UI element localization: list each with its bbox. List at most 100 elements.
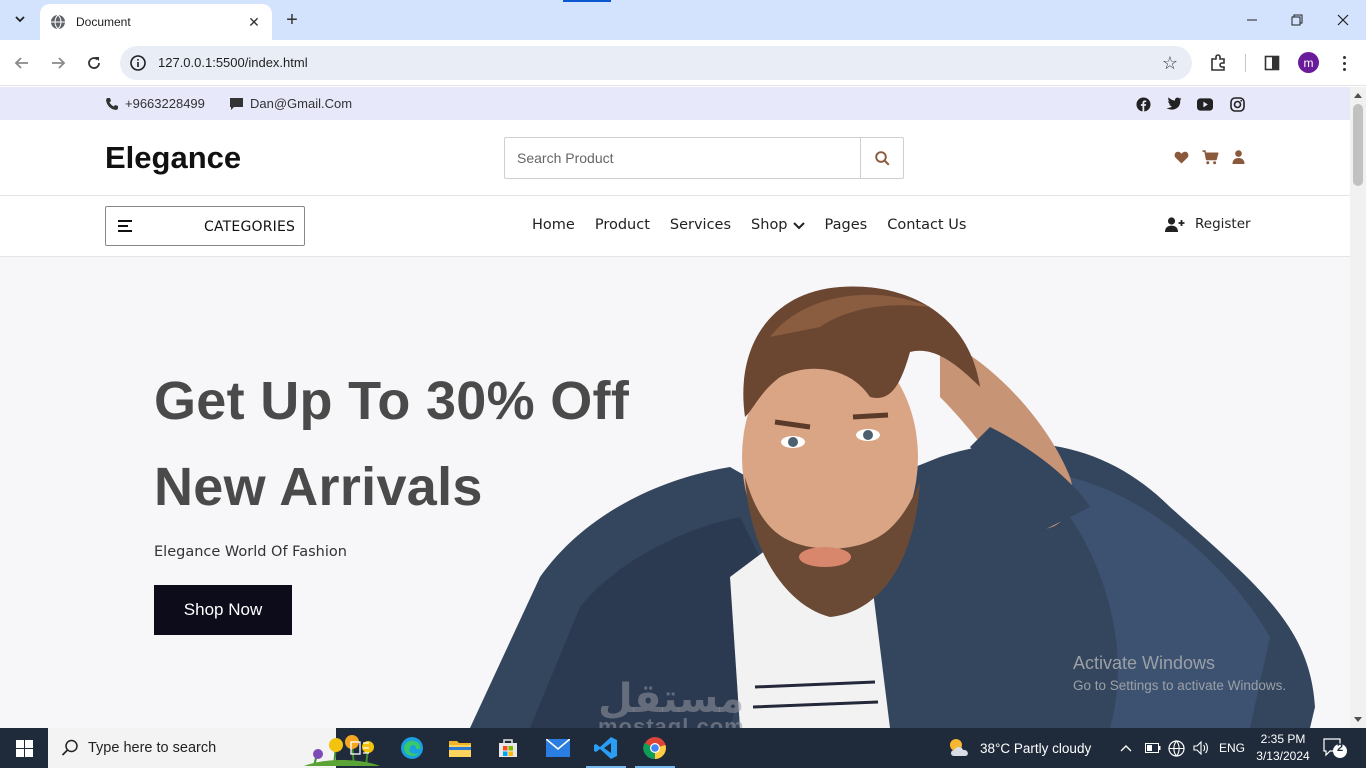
scroll-up-arrow[interactable]	[1354, 93, 1362, 98]
taskbar-search[interactable]: Type here to search	[48, 728, 380, 768]
restore-button[interactable]	[1285, 8, 1309, 32]
twitter-icon[interactable]	[1166, 96, 1182, 112]
email-address: Dan@Gmail.Com	[250, 96, 353, 111]
reload-button[interactable]	[82, 51, 106, 75]
site-logo[interactable]: Elegance	[105, 140, 241, 176]
shop-now-button[interactable]: Shop Now	[154, 585, 292, 635]
partly-cloudy-icon	[950, 739, 968, 756]
minimize-button[interactable]	[1240, 8, 1264, 32]
site-info-icon[interactable]	[129, 54, 147, 72]
profile-avatar[interactable]: m	[1298, 52, 1319, 73]
notification-center-button[interactable]: 2	[1322, 737, 1348, 759]
globe-icon	[51, 14, 65, 30]
search-icon	[874, 150, 890, 166]
back-button[interactable]	[10, 51, 34, 75]
nav-menu: Home Product Services Shop Pages Contact…	[532, 217, 966, 233]
close-window-button[interactable]	[1331, 8, 1355, 32]
categories-button[interactable]: CATEGORIES	[105, 206, 305, 246]
phone-icon	[106, 97, 118, 110]
mail-app[interactable]	[534, 728, 582, 768]
browser-tab[interactable]: Document ✕	[40, 4, 272, 40]
scroll-thumb[interactable]	[1353, 104, 1363, 186]
edge-icon	[401, 737, 423, 759]
main-navigation: CATEGORIES Home Product Services Shop Pa…	[0, 196, 1350, 257]
heart-icon	[1174, 151, 1188, 163]
bookmark-star-icon[interactable]: ☆	[1162, 53, 1178, 74]
tab-strip-accent	[563, 0, 611, 2]
system-clock[interactable]: 2:35 PM 3/13/2024	[1250, 731, 1316, 765]
show-hidden-icons[interactable]	[1120, 728, 1132, 768]
input-language[interactable]: ENG	[1219, 728, 1245, 768]
nav-item-shop[interactable]: Shop	[751, 217, 805, 233]
page-viewport: +9663228499 Dan@Gmail.Com Elegance Searc…	[0, 87, 1350, 728]
windows-taskbar: Type here to search 38°C Partly cloudy E…	[0, 728, 1366, 768]
clock-time: 2:35 PM	[1260, 732, 1306, 746]
phone-contact[interactable]: +9663228499	[105, 96, 205, 111]
nav-item-contact[interactable]: Contact Us	[887, 217, 966, 233]
register-link[interactable]: Register	[1165, 216, 1251, 232]
tab-search-button[interactable]	[8, 7, 32, 31]
close-tab-icon[interactable]: ✕	[246, 14, 262, 30]
browser-tab-strip: Document ✕ +	[0, 0, 1366, 40]
hamburger-icon	[118, 220, 132, 232]
search-icon	[61, 739, 78, 756]
file-explorer-app[interactable]	[436, 728, 484, 768]
side-panel-button[interactable]	[1260, 51, 1284, 75]
edge-app[interactable]	[388, 728, 436, 768]
activate-windows-overlay: Activate Windows Go to Settings to activ…	[1073, 653, 1286, 693]
notification-count: 2	[1336, 742, 1344, 754]
new-tab-button[interactable]: +	[280, 8, 304, 32]
task-view-button[interactable]	[336, 728, 384, 768]
chrome-icon	[643, 737, 666, 760]
nav-item-pages[interactable]: Pages	[825, 217, 868, 233]
search-button[interactable]	[860, 138, 903, 178]
message-icon	[230, 97, 243, 110]
side-panel-icon	[1264, 55, 1280, 71]
volume-control[interactable]	[1193, 728, 1209, 768]
language-code: ENG	[1219, 741, 1246, 755]
categories-label: CATEGORIES	[204, 219, 296, 235]
nav-item-services[interactable]: Services	[670, 217, 731, 233]
account-button[interactable]	[1229, 148, 1247, 166]
tab-title: Document	[76, 15, 131, 29]
user-icon	[1232, 150, 1244, 164]
register-label: Register	[1195, 216, 1251, 232]
hero-headline: Get Up To 30% Off	[154, 371, 630, 431]
windows-logo-icon	[15, 739, 33, 757]
speaker-icon	[1193, 741, 1208, 755]
browser-menu-button[interactable]	[1334, 51, 1354, 75]
scroll-down-arrow[interactable]	[1354, 717, 1362, 722]
vscode-app[interactable]	[582, 728, 630, 768]
battery-status[interactable]	[1145, 728, 1161, 768]
weather-text: 38°C Partly cloudy	[980, 740, 1092, 756]
page-scrollbar[interactable]	[1350, 87, 1366, 728]
contact-topbar: +9663228499 Dan@Gmail.Com	[0, 87, 1350, 120]
battery-icon	[1145, 743, 1161, 753]
extensions-button[interactable]	[1206, 51, 1230, 75]
user-plus-icon	[1165, 216, 1185, 232]
chevron-up-icon	[1120, 745, 1132, 752]
wishlist-button[interactable]	[1172, 148, 1190, 166]
activate-title: Activate Windows	[1073, 653, 1216, 673]
address-bar[interactable]: 127.0.0.1:5500/index.html ☆	[120, 46, 1192, 80]
chrome-app[interactable]	[631, 728, 679, 768]
search-input[interactable]	[505, 138, 861, 178]
forward-button[interactable]	[46, 51, 70, 75]
start-button[interactable]	[0, 728, 48, 768]
puzzle-icon	[1211, 54, 1225, 71]
cart-button[interactable]	[1201, 148, 1219, 166]
nav-item-home[interactable]: Home	[532, 217, 575, 233]
instagram-icon[interactable]	[1229, 96, 1245, 112]
nav-item-product[interactable]: Product	[595, 217, 650, 233]
facebook-icon[interactable]	[1135, 96, 1151, 112]
minimize-icon	[1247, 19, 1257, 21]
email-contact[interactable]: Dan@Gmail.Com	[229, 96, 352, 111]
youtube-icon[interactable]	[1197, 96, 1213, 112]
weather-widget[interactable]: 38°C Partly cloudy	[946, 728, 1091, 768]
chevron-down-icon	[792, 221, 805, 229]
network-status[interactable]	[1168, 728, 1185, 768]
mostaql-watermark: مستقل mostaql.com	[598, 676, 745, 728]
store-app[interactable]	[484, 728, 532, 768]
globe-network-icon	[1168, 739, 1185, 757]
mail-icon	[546, 739, 570, 757]
